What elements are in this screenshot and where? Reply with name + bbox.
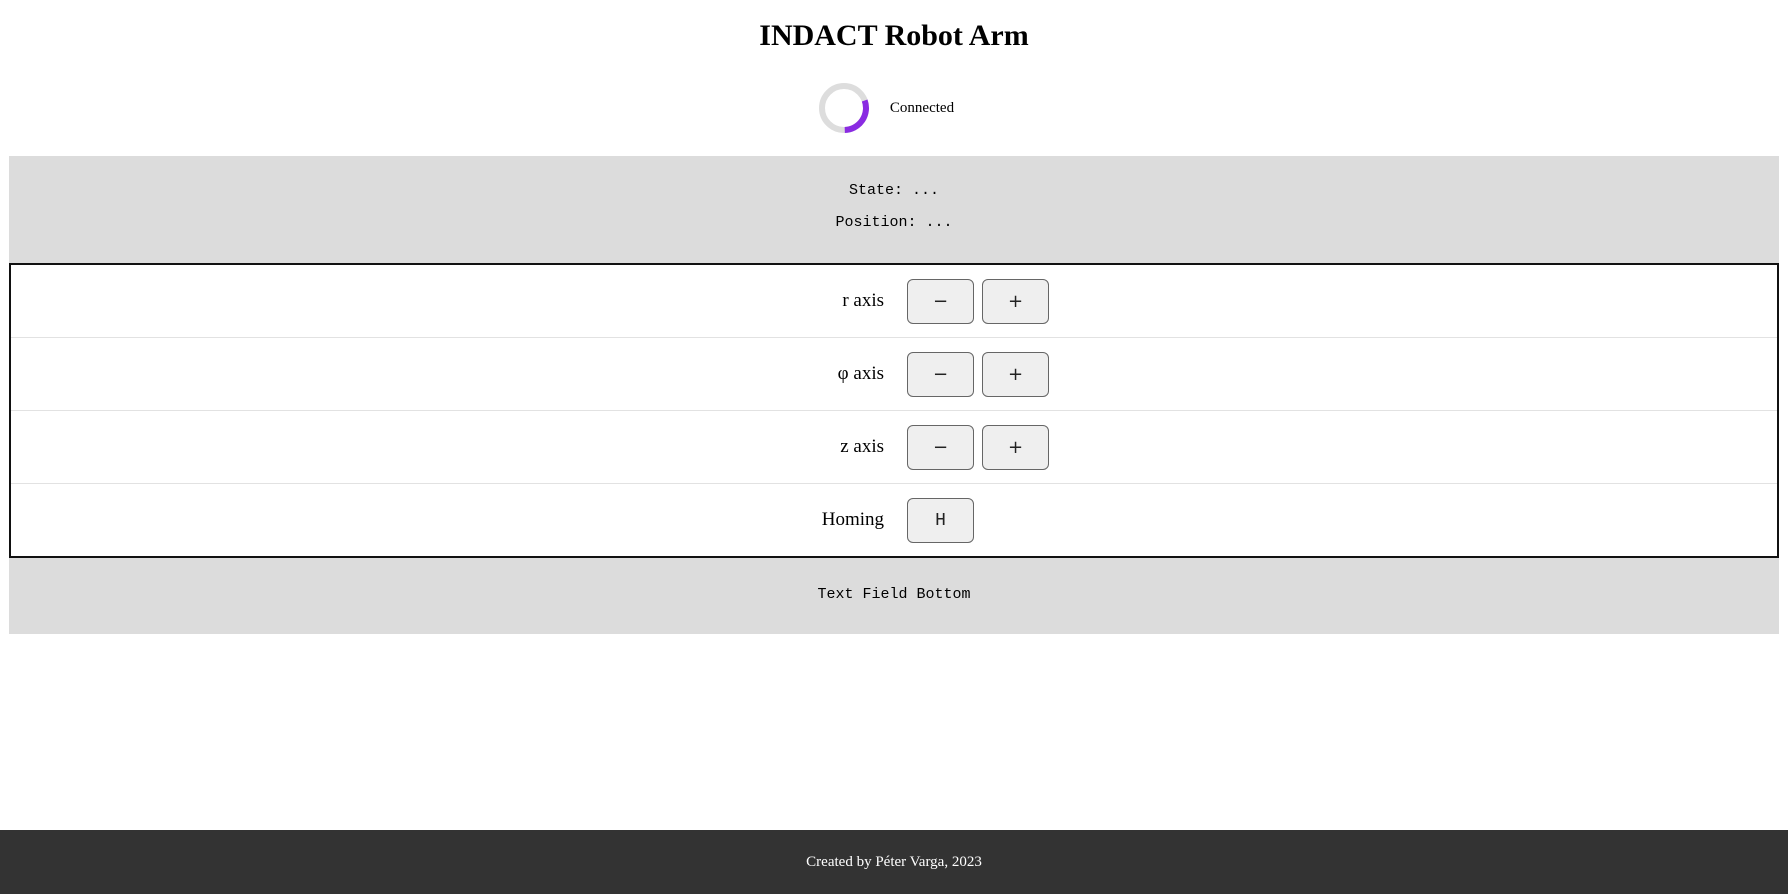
spinner-arc xyxy=(844,99,869,133)
r-axis-minus-button[interactable]: − xyxy=(907,279,974,324)
page-title: INDACT Robot Arm xyxy=(759,19,1029,52)
loading-spinner-icon xyxy=(818,83,869,133)
connection-status: Connected xyxy=(0,82,1788,134)
phi-axis-minus-button[interactable]: − xyxy=(907,352,974,397)
footer-credit: Created by Péter Varga, 2023 xyxy=(806,854,982,870)
z-axis-label: z axis xyxy=(840,436,884,457)
phi-axis-label: φ axis xyxy=(837,363,884,384)
homing-row: Homing H xyxy=(11,484,1777,556)
r-axis-plus-button[interactable]: + xyxy=(982,279,1049,324)
page: INDACT Robot Arm Connected State: ... Po… xyxy=(0,0,1788,894)
phi-axis-row: φ axis − + xyxy=(11,338,1777,411)
z-axis-row: z axis − + xyxy=(11,411,1777,484)
connection-status-text: Connected xyxy=(889,99,955,116)
position-text: Position: ... xyxy=(835,214,953,231)
state-text: State: ... xyxy=(848,182,939,199)
bottom-text-field: Text Field Bottom xyxy=(9,558,1779,634)
info-panel: State: ... Position: ... xyxy=(9,156,1779,263)
r-axis-row: r axis − + xyxy=(11,265,1777,338)
r-axis-label: r axis xyxy=(842,290,884,311)
footer: Created by Péter Varga, 2023 xyxy=(0,830,1788,894)
z-axis-plus-button[interactable]: + xyxy=(982,425,1049,470)
phi-axis-plus-button[interactable]: + xyxy=(982,352,1049,397)
z-axis-minus-button[interactable]: − xyxy=(907,425,974,470)
axis-controls-table: r axis − + φ axis − + z axis − + Homing … xyxy=(9,263,1779,558)
homing-button[interactable]: H xyxy=(907,498,974,543)
homing-label: Homing xyxy=(821,509,884,530)
